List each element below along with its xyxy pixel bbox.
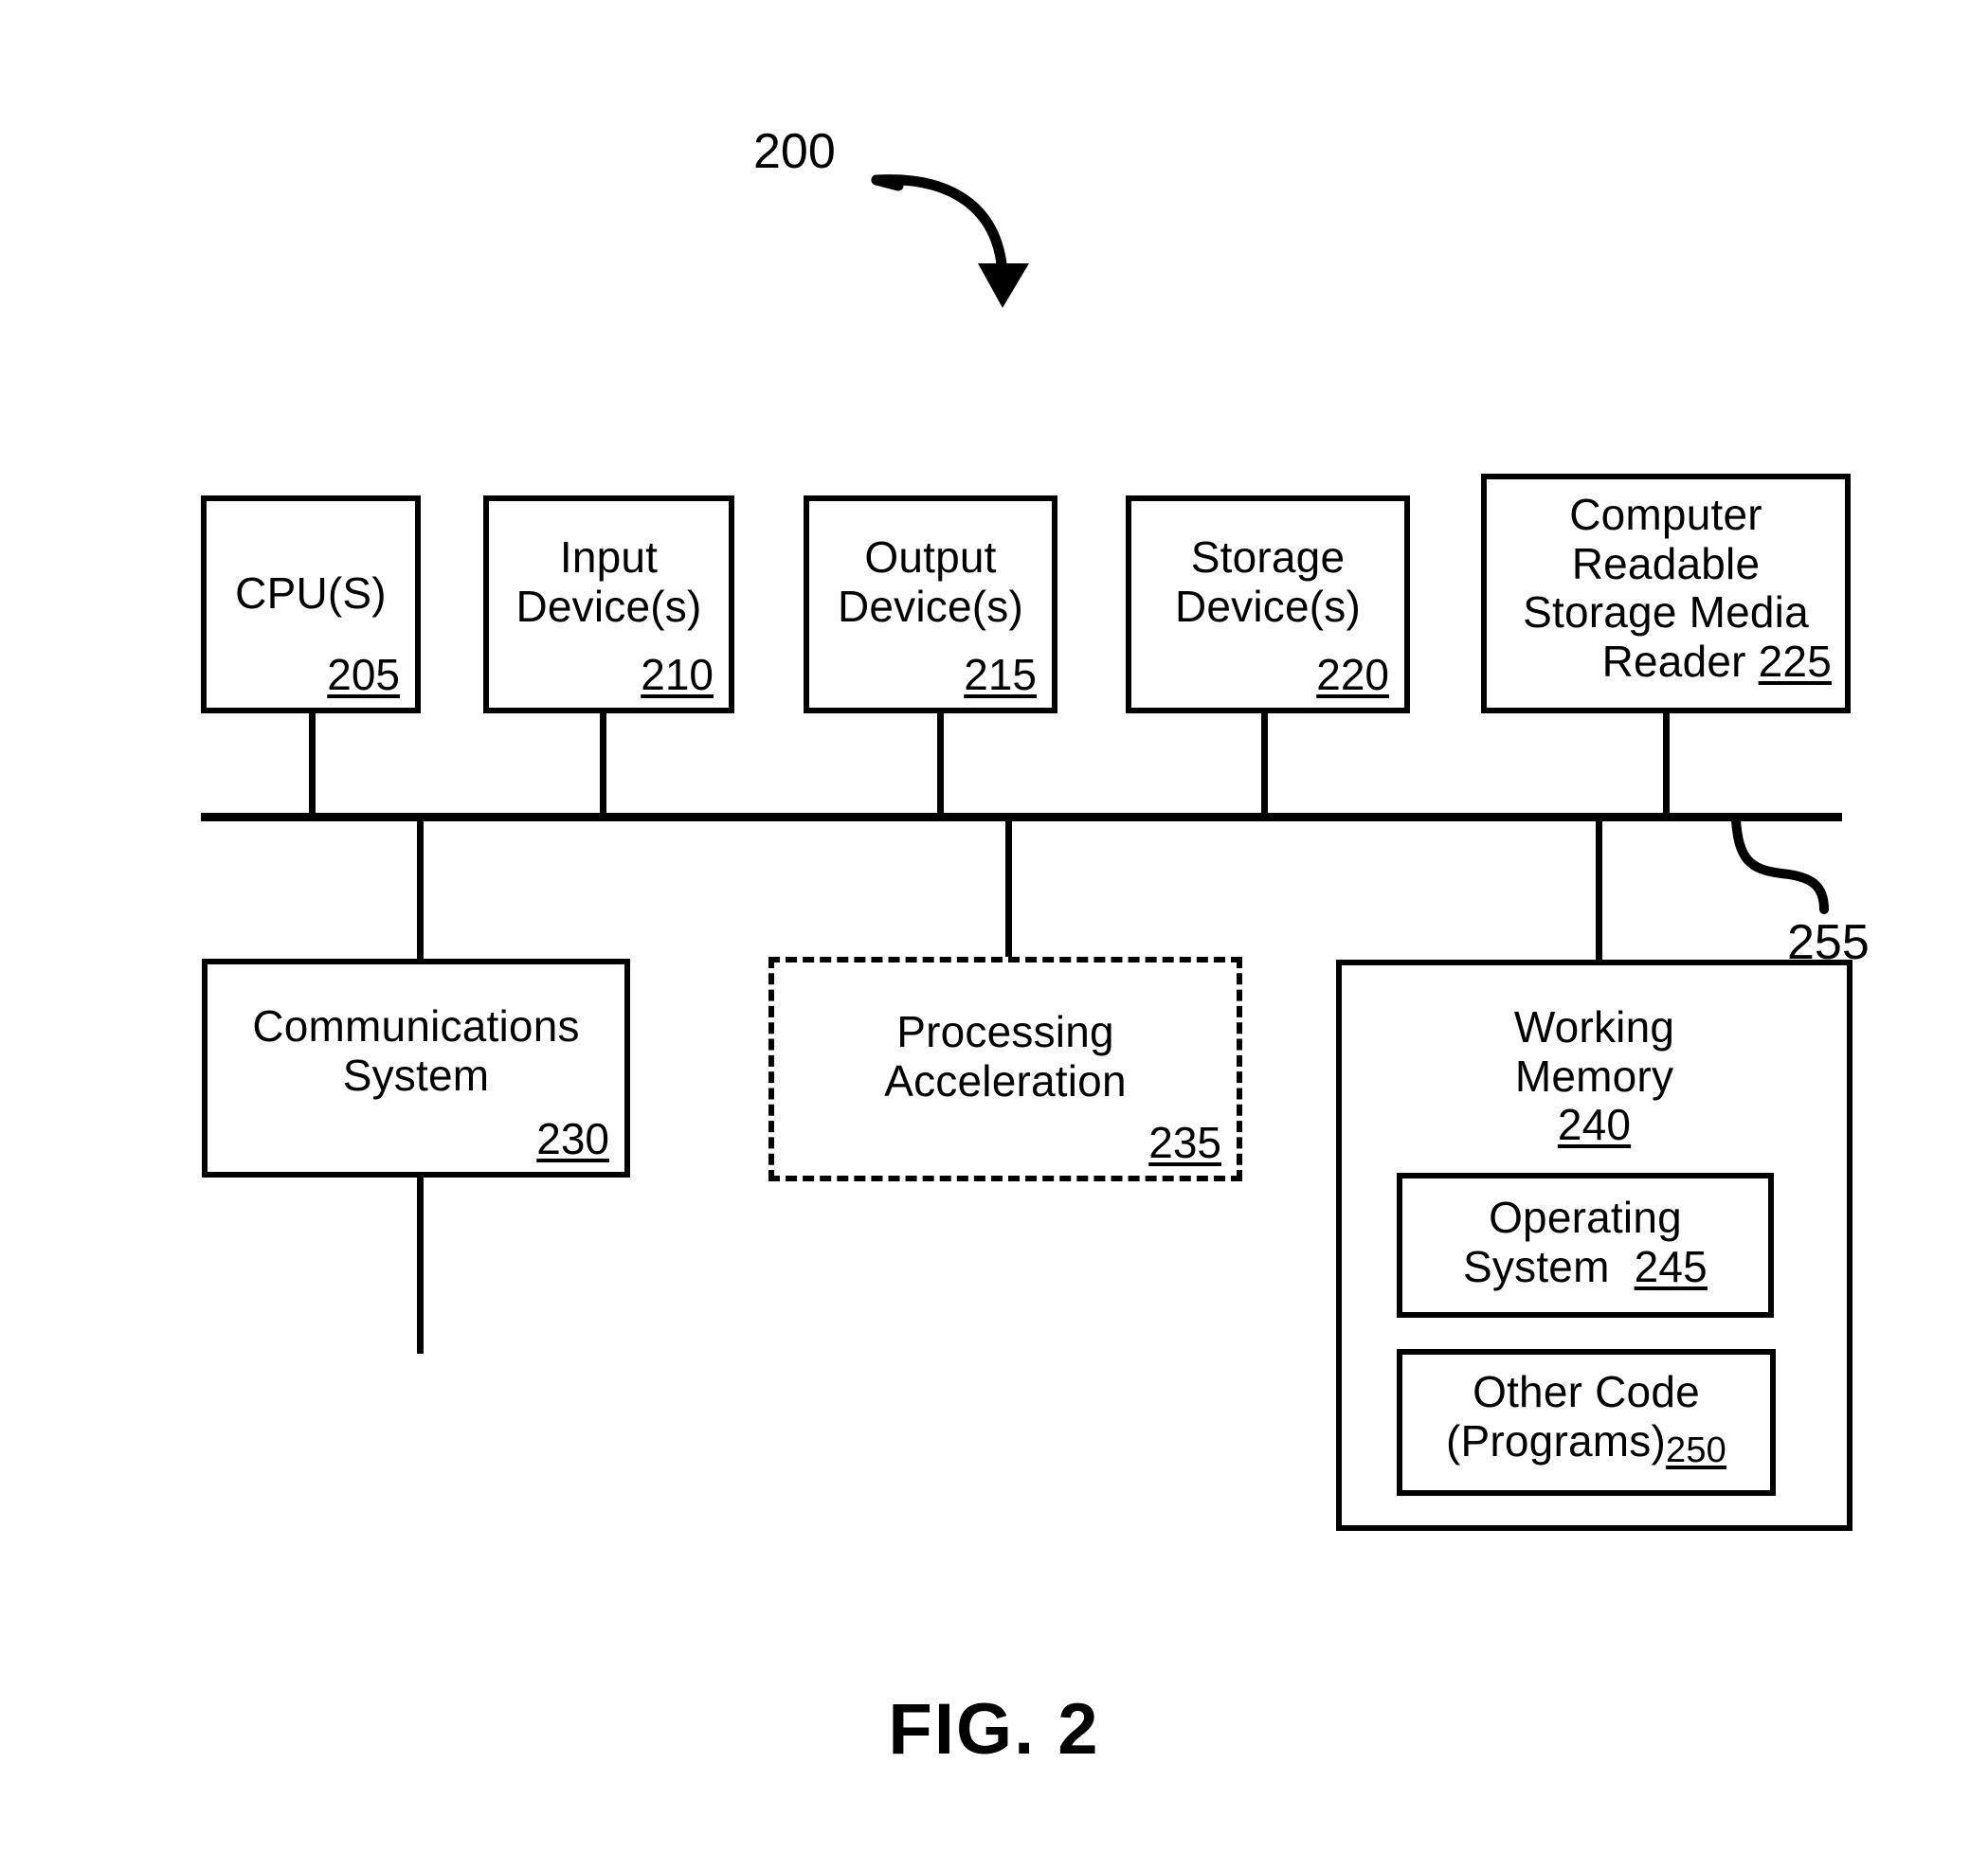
figure-caption: FIG. 2 (888, 1689, 1100, 1770)
crsmr-title-line3: Storage Media (1523, 587, 1809, 638)
connector-bus-to-processing-acceleration (1005, 820, 1012, 959)
connector-bus-to-working-memory (1596, 820, 1602, 962)
cpu-title: CPU(S) (235, 568, 387, 618)
crsmr-title-line1: Computer (1569, 490, 1762, 539)
processing-acceleration-block[interactable]: Processing Acceleration 235 (768, 957, 1242, 1181)
working-memory-title-line2: Memory (1514, 1051, 1674, 1101)
crsmr-title-line2: Readable (1571, 538, 1761, 588)
working-memory-ref: 240 (1557, 1100, 1632, 1150)
communications-system-block[interactable]: Communications System 230 (202, 959, 630, 1178)
system-reference-label: 200 (753, 124, 836, 179)
input-devices-title-line1: Input (559, 532, 659, 582)
other-code-programs-block[interactable]: Other Code (Programs)250 (1397, 1349, 1776, 1496)
storage-devices-title-wrap: Storage Device(s) (1131, 532, 1404, 631)
cpu-title-wrap: CPU(S) (207, 568, 415, 619)
output-devices-title-line1: Output (864, 532, 997, 582)
input-devices-title-wrap: Input Device(s) (489, 532, 729, 631)
working-memory-title-line1: Working (1513, 1002, 1675, 1052)
operating-system-title-line1: Operating (1489, 1193, 1682, 1242)
operating-system-title-line2: System (1463, 1241, 1610, 1291)
cpu-ref: 205 (327, 650, 400, 700)
communications-title-line2: System (342, 1050, 490, 1100)
communications-external-link-line (417, 1178, 424, 1354)
cpu-block[interactable]: CPU(S) 205 (201, 495, 421, 713)
other-code-ref: 250 (1666, 1430, 1727, 1470)
crsmr-title-line4-wrap: Reader 225 (1487, 636, 1845, 687)
crsmr-ref: 225 (1758, 636, 1832, 686)
connector-output-to-bus (937, 713, 944, 819)
other-code-title-wrap: Other Code (Programs)250 (1402, 1367, 1770, 1471)
storage-devices-block[interactable]: Storage Device(s) 220 (1126, 495, 1410, 713)
bus-ref-leader-line (1731, 816, 1829, 914)
input-devices-title-line2: Device(s) (515, 581, 702, 631)
output-devices-block[interactable]: Output Device(s) 215 (804, 495, 1057, 713)
operating-system-title-line2-wrap: System 245 (1402, 1241, 1768, 1292)
input-devices-ref: 210 (641, 650, 714, 700)
processing-acceleration-ref: 235 (1148, 1118, 1221, 1168)
input-devices-block[interactable]: Input Device(s) 210 (483, 495, 734, 713)
storage-devices-title-line1: Storage (1190, 532, 1346, 582)
figure-canvas: 200 CPU(S) 205 Input Device(s) 210 Outpu… (0, 0, 1988, 1853)
other-code-title-line2: (Programs) (1445, 1415, 1666, 1466)
output-devices-ref: 215 (964, 650, 1037, 700)
output-devices-title-wrap: Output Device(s) (809, 532, 1052, 631)
operating-system-ref: 245 (1634, 1241, 1708, 1291)
connector-storage-to-bus (1261, 713, 1268, 819)
storage-devices-title-line2: Device(s) (1174, 581, 1362, 631)
processing-acceleration-title-line1: Processing (896, 1007, 1114, 1056)
operating-system-block[interactable]: Operating System 245 (1397, 1173, 1774, 1318)
output-devices-title-line2: Device(s) (837, 581, 1024, 631)
crsmr-title-line4: Reader (1601, 636, 1746, 686)
system-ref-arrow-icon (871, 174, 1029, 308)
connector-bus-to-communications (417, 820, 424, 961)
communications-title-wrap: Communications System (208, 1001, 624, 1100)
working-memory-title-wrap: Working Memory 240 (1342, 1002, 1847, 1150)
computer-readable-storage-media-reader-block[interactable]: Computer Readable Storage Media Reader 2… (1481, 474, 1851, 713)
processing-acceleration-title-line2: Acceleration (884, 1055, 1127, 1106)
connector-cpu-to-bus (309, 713, 316, 819)
storage-devices-ref: 220 (1316, 650, 1389, 700)
connector-crsmr-to-bus (1663, 713, 1670, 819)
leader-lines-layer (871, 174, 1829, 914)
connector-input-to-bus (600, 713, 606, 819)
crsmr-title-wrap: Computer Readable Storage Media Reader 2… (1487, 490, 1845, 687)
operating-system-title-wrap: Operating System 245 (1402, 1193, 1768, 1292)
communications-title-line1: Communications (252, 1001, 580, 1051)
communications-ref: 230 (536, 1114, 609, 1164)
other-code-title-line1: Other Code (1473, 1367, 1700, 1416)
processing-acceleration-title-wrap: Processing Acceleration (774, 1007, 1237, 1106)
other-code-title-line2-wrap: (Programs)250 (1402, 1415, 1770, 1471)
